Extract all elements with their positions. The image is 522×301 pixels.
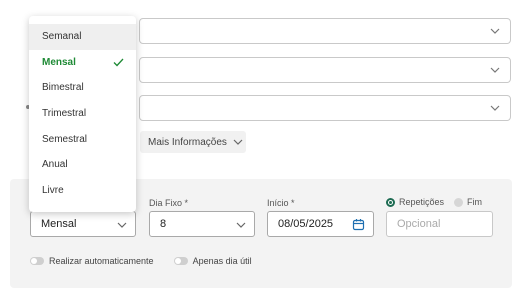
fim-radio[interactable] — [454, 197, 464, 207]
dia-fixo-label: Dia Fixo * — [149, 198, 189, 208]
option-label: Anual — [42, 159, 68, 171]
option-label: Mensal — [42, 56, 76, 68]
repeticoes-fim-radio-group: Repetições Fim — [386, 197, 482, 207]
dropdown-option-bimestral[interactable]: Bimestral — [29, 75, 136, 101]
repeticoes-input[interactable]: Opcional — [386, 211, 493, 237]
realizar-label: Realizar automaticamente — [49, 256, 154, 266]
chevron-down-icon — [117, 222, 127, 228]
inicio-label: Início * — [267, 198, 295, 208]
apenas-dia-util-toggle[interactable] — [173, 257, 188, 265]
dropdown-option-mensal[interactable]: Mensal — [29, 50, 136, 76]
select-field-1[interactable] — [139, 18, 511, 44]
chevron-down-icon — [490, 28, 500, 34]
dia-fixo-value: 8 — [160, 218, 167, 230]
option-label: Semanal — [42, 31, 82, 43]
option-label: Bimestral — [42, 82, 84, 94]
chevron-down-icon — [490, 105, 500, 111]
repeticoes-label: Repetições — [399, 197, 445, 207]
frequencia-dropdown-menu: Semanal Mensal Bimestral Trimestral Seme… — [29, 16, 136, 212]
select-field-3[interactable] — [139, 95, 511, 121]
inicio-date-input[interactable]: 08/05/2025 — [267, 211, 374, 237]
toggles-row: Realizar automaticamente Apenas dia útil — [30, 256, 252, 266]
calendar-icon[interactable] — [352, 218, 365, 231]
dropdown-option-semestral[interactable]: Semestral — [29, 126, 136, 152]
repeticoes-placeholder: Opcional — [397, 218, 441, 230]
apenas-label: Apenas dia útil — [192, 256, 252, 266]
frequencia-value: Mensal — [41, 218, 77, 230]
dropdown-option-semanal[interactable]: Semanal — [29, 24, 136, 50]
fim-label: Fim — [467, 197, 483, 207]
realizar-toggle[interactable] — [30, 257, 44, 265]
dropdown-option-trimestral[interactable]: Trimestral — [29, 101, 136, 127]
dropdown-option-anual[interactable]: Anual — [29, 152, 136, 178]
mais-informacoes-label: Mais Informações — [148, 136, 227, 148]
chevron-down-icon — [233, 139, 243, 145]
option-label: Livre — [42, 184, 64, 196]
chevron-down-icon — [236, 222, 246, 228]
option-label: Trimestral — [42, 108, 87, 120]
dropdown-option-livre[interactable]: Livre — [29, 178, 136, 204]
chevron-down-icon — [490, 67, 500, 73]
mais-informacoes-button[interactable]: Mais Informações — [140, 131, 246, 153]
frequencia-select[interactable]: Mensal — [30, 211, 136, 237]
checkmark-icon — [113, 58, 124, 67]
dia-fixo-select[interactable]: 8 — [149, 211, 255, 237]
option-label: Semestral — [42, 133, 88, 145]
select-field-2[interactable] — [139, 57, 511, 83]
inicio-value: 08/05/2025 — [278, 218, 334, 230]
form-page: Mais Informações Mensal Dia Fixo * 8 Iní… — [0, 0, 522, 301]
repeticoes-radio[interactable] — [386, 197, 395, 207]
